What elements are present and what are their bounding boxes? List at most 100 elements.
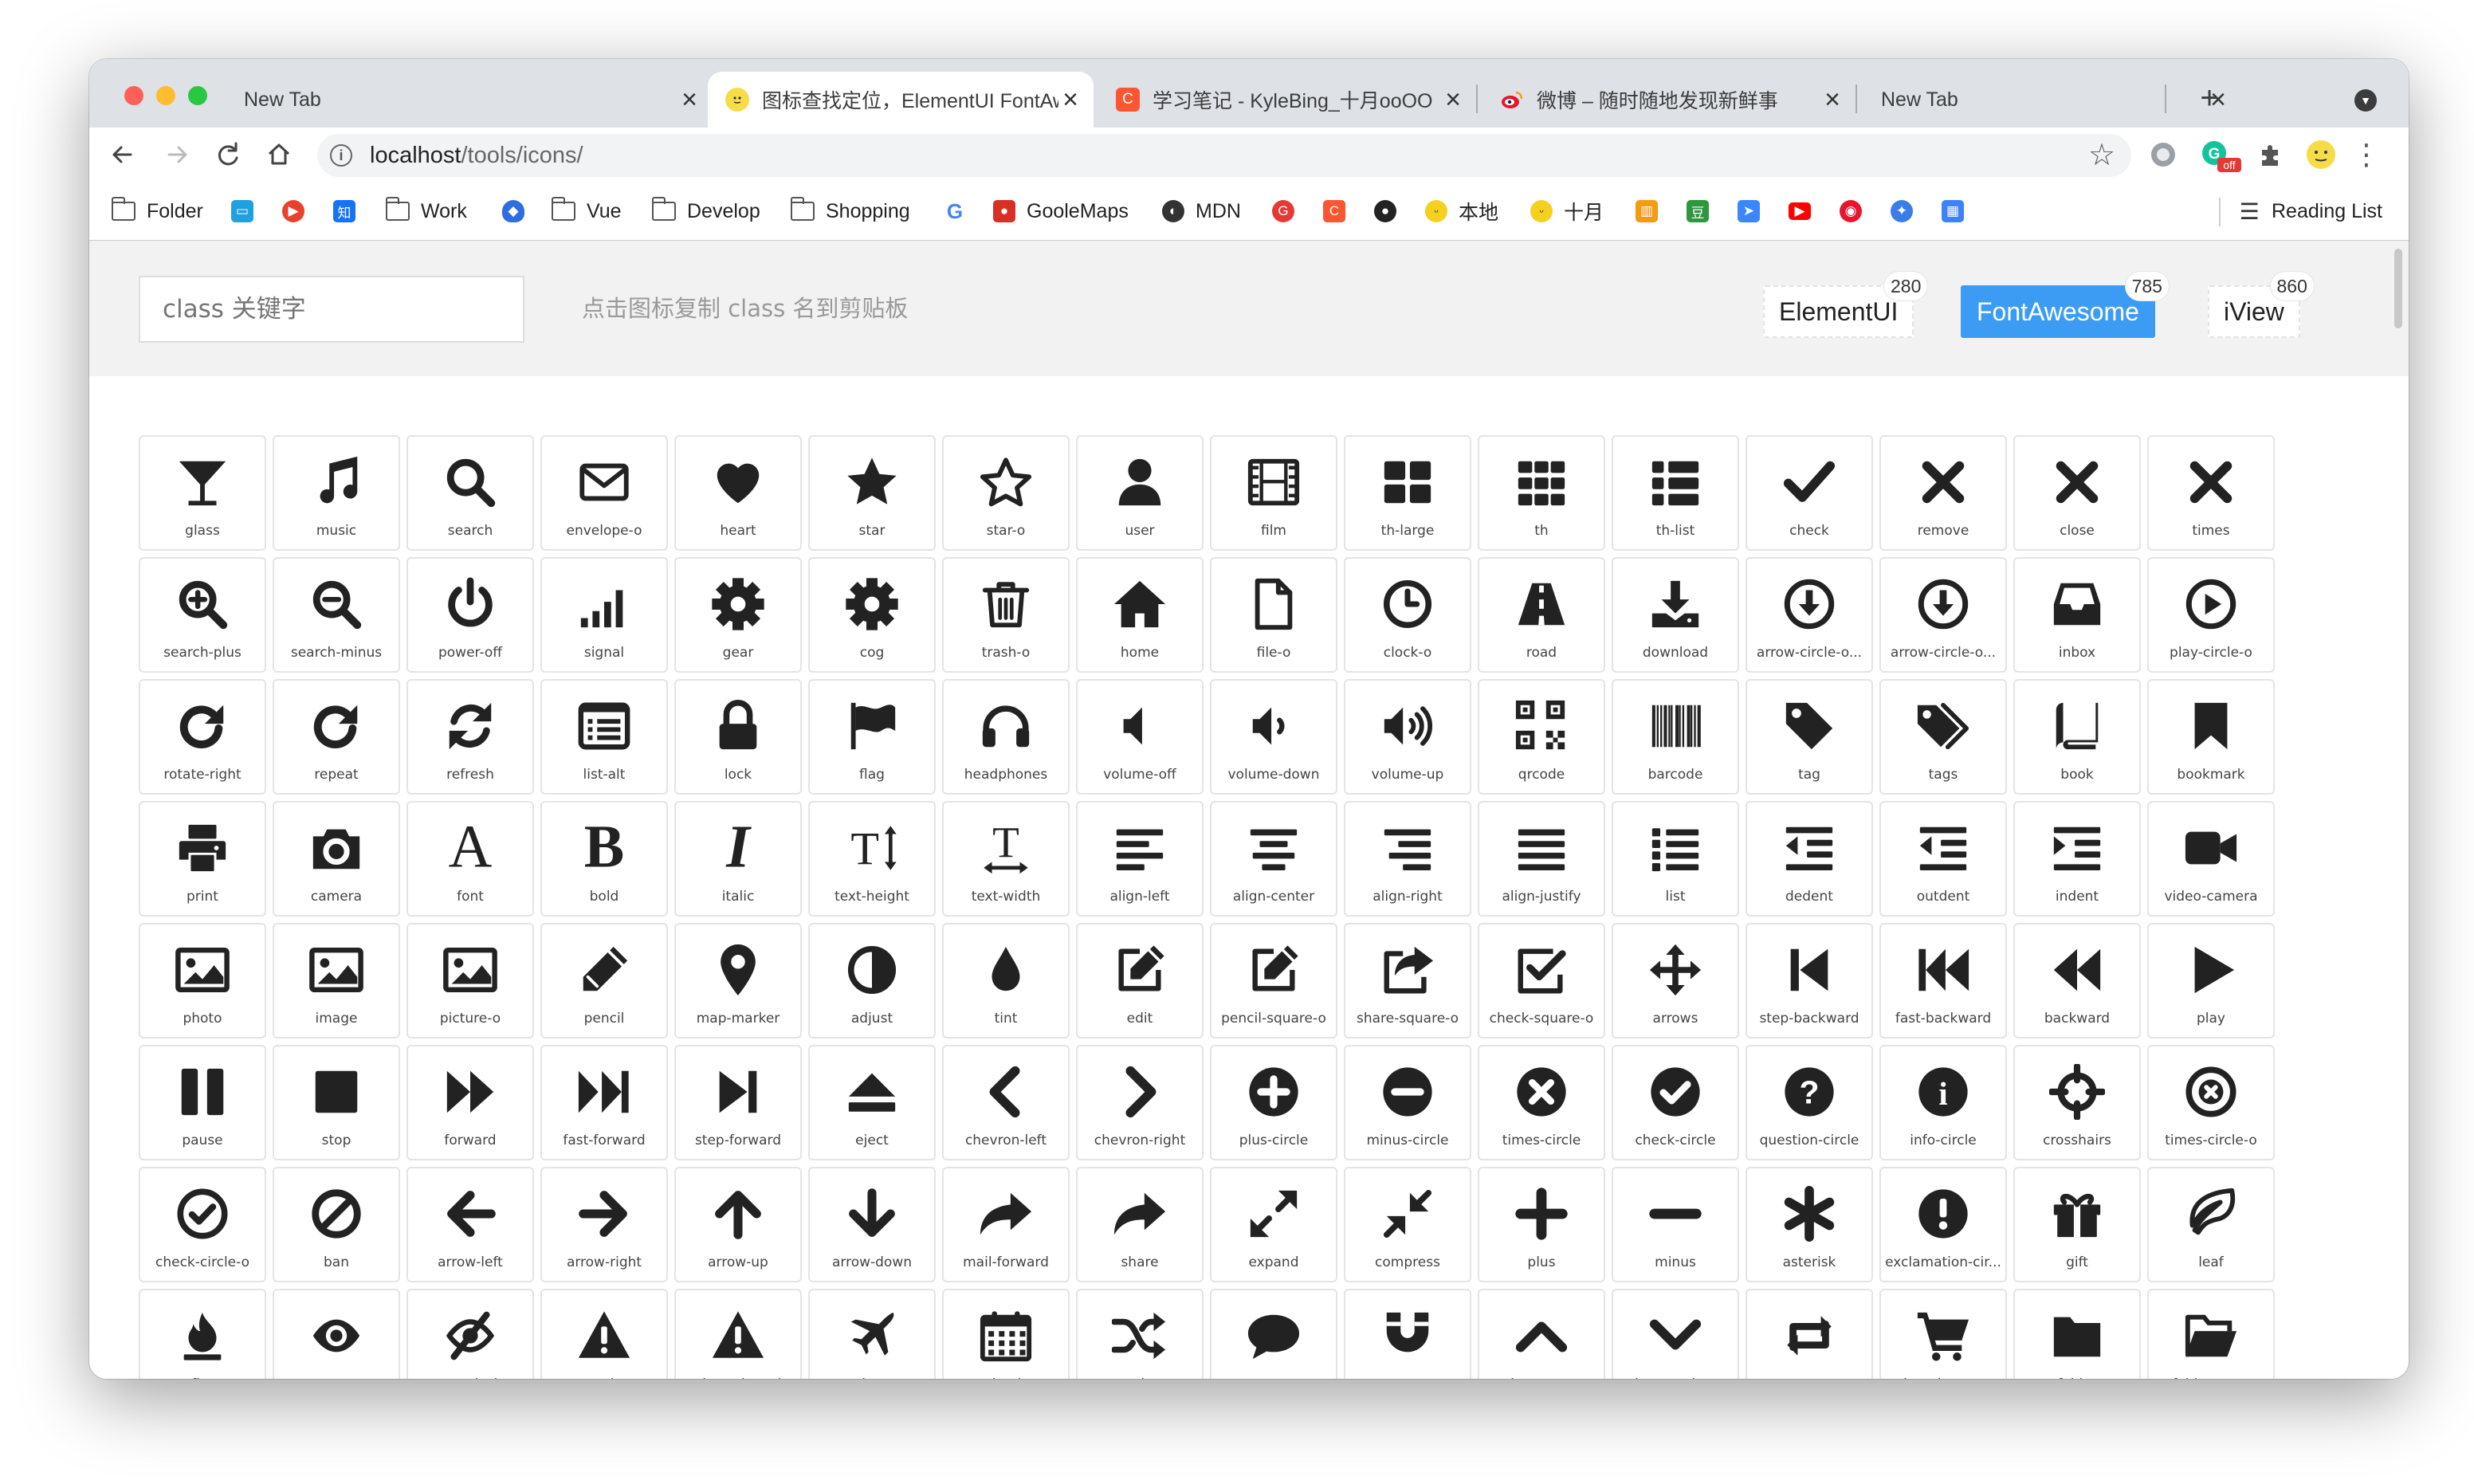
- library-fontawesome-button[interactable]: FontAwesome 785: [1961, 271, 2170, 338]
- icon-tile-plus-circle[interactable]: plus-circle: [1210, 1045, 1337, 1160]
- close-window-button[interactable]: [124, 86, 143, 105]
- bookmark-douban[interactable]: 豆: [1687, 182, 1709, 241]
- icon-tile-rotate-right[interactable]: rotate-right: [139, 679, 266, 795]
- icon-tile-search[interactable]: search: [406, 435, 534, 551]
- icon-tile-step-backward[interactable]: step-backward: [1746, 923, 1873, 1038]
- icon-tile-signal[interactable]: signal: [540, 557, 668, 673]
- icon-tile-volume-off[interactable]: volume-off: [1076, 679, 1204, 795]
- icon-tile-book[interactable]: book: [2013, 679, 2141, 795]
- icon-tile-exclamation-cir[interactable]: exclamation-cir...: [1879, 1167, 2007, 1282]
- icon-tile-fast-backward[interactable]: fast-backward: [1879, 923, 2007, 1038]
- icon-tile-headphones[interactable]: headphones: [942, 679, 1070, 795]
- more-menu-icon[interactable]: ⋮: [2352, 137, 2381, 172]
- icon-tile-search-minus[interactable]: search-minus: [273, 557, 400, 673]
- home-button[interactable]: [261, 137, 296, 172]
- icon-tile-photo[interactable]: photo: [139, 923, 266, 1038]
- bookmark-googlemaps[interactable]: ● GooleMaps: [993, 182, 1129, 241]
- icon-tile-arrow-circle-o[interactable]: arrow-circle-o...: [1879, 557, 2007, 673]
- icon-tile-align-left[interactable]: align-left: [1076, 801, 1204, 917]
- icon-tile-expand[interactable]: expand: [1210, 1167, 1337, 1282]
- extension-gray-icon[interactable]: [2146, 137, 2181, 172]
- tab-weibo[interactable]: 微博 – 随时随地发现新鲜事 ×: [1479, 72, 1856, 128]
- icon-tile-minus[interactable]: minus: [1612, 1167, 1739, 1282]
- icon-tile-eye-slash[interactable]: eye-slash: [406, 1289, 534, 1379]
- icon-tile-chevron-right[interactable]: chevron-right: [1076, 1045, 1204, 1160]
- icon-tile-mail-forward[interactable]: mail-forward: [942, 1167, 1070, 1282]
- icon-tile-star[interactable]: star: [808, 435, 936, 551]
- icon-tile-crosshairs[interactable]: crosshairs: [2013, 1045, 2141, 1160]
- icon-tile-text-height[interactable]: Ttext-height: [808, 801, 936, 917]
- icon-tile-refresh[interactable]: refresh: [406, 679, 534, 795]
- icon-tile-chevron-left[interactable]: chevron-left: [942, 1045, 1070, 1160]
- icon-tile-edit[interactable]: edit: [1076, 923, 1204, 1038]
- bookmark-zhihu[interactable]: 知: [333, 182, 355, 241]
- icon-tile-random[interactable]: random: [1076, 1289, 1204, 1379]
- icon-tile-font[interactable]: Afont: [406, 801, 534, 917]
- icon-tile-th-large[interactable]: th-large: [1344, 435, 1471, 551]
- bookmark-github[interactable]: ●: [1374, 182, 1396, 241]
- icon-tile-arrow-down[interactable]: arrow-down: [808, 1167, 936, 1282]
- icon-tile-list[interactable]: list: [1612, 801, 1739, 917]
- icon-tile-print[interactable]: print: [139, 801, 266, 917]
- icon-tile-italic[interactable]: Iitalic: [674, 801, 802, 917]
- icon-tile-arrow-circle-o[interactable]: arrow-circle-o...: [1746, 557, 1873, 673]
- icon-tile-volume-down[interactable]: volume-down: [1210, 679, 1337, 795]
- icon-tile-plus[interactable]: plus: [1478, 1167, 1605, 1282]
- icon-tile-question-circle[interactable]: ? question-circle: [1746, 1045, 1873, 1160]
- icon-tile-envelope-o[interactable]: envelope-o: [540, 435, 668, 551]
- icon-tile-plane[interactable]: plane: [808, 1289, 936, 1379]
- icon-tile-cog[interactable]: cog: [808, 557, 936, 673]
- icon-tile-play[interactable]: play: [2147, 923, 2275, 1038]
- search-input[interactable]: [139, 276, 524, 343]
- icon-tile-arrow-right[interactable]: arrow-right: [540, 1167, 668, 1282]
- icon-tile-arrows[interactable]: arrows: [1612, 923, 1739, 1038]
- icon-tile-barcode[interactable]: barcode: [1612, 679, 1739, 795]
- icon-tile-calendar[interactable]: calendar: [942, 1289, 1070, 1379]
- bookmark-send[interactable]: ➤: [1738, 182, 1760, 241]
- icon-tile-share[interactable]: share: [1076, 1167, 1204, 1282]
- icon-tile-check[interactable]: check: [1746, 435, 1873, 551]
- icon-tile-eye[interactable]: eye: [273, 1289, 400, 1379]
- icon-tile-align-center[interactable]: align-center: [1210, 801, 1337, 917]
- icon-tile-th[interactable]: th: [1478, 435, 1605, 551]
- reload-button[interactable]: [210, 137, 245, 172]
- icon-tile-chevron-up[interactable]: chevron-up: [1478, 1289, 1605, 1379]
- icon-tile-clock-o[interactable]: clock-o: [1344, 557, 1471, 673]
- icon-tile-lock[interactable]: lock: [674, 679, 802, 795]
- icon-tile-warning[interactable]: warning: [540, 1289, 668, 1379]
- close-tab-icon[interactable]: ×: [1820, 86, 1844, 113]
- library-elementui-button[interactable]: ElementUI 280: [1763, 271, 1929, 338]
- icon-tile-gift[interactable]: gift: [2013, 1167, 2141, 1282]
- icon-tile-step-forward[interactable]: step-forward: [674, 1045, 802, 1160]
- icon-tile-forward[interactable]: forward: [406, 1045, 534, 1160]
- icon-tile-user[interactable]: user: [1076, 435, 1204, 551]
- library-iview-button[interactable]: iView 860: [2208, 271, 2315, 338]
- icon-tile-magnet[interactable]: magnet: [1344, 1289, 1471, 1379]
- tab-csdn[interactable]: C 学习笔记 - KyleBing_十月ooOO ×: [1094, 72, 1476, 128]
- icon-tile-download[interactable]: download: [1612, 557, 1739, 673]
- icon-tile-ban[interactable]: ban: [273, 1167, 400, 1282]
- icon-tile-flag[interactable]: flag: [808, 679, 936, 795]
- icon-tile-fast-forward[interactable]: fast-forward: [540, 1045, 668, 1160]
- icon-tile-adjust[interactable]: adjust: [808, 923, 936, 1038]
- icon-tile-folder-open[interactable]: folder-open: [2147, 1289, 2275, 1379]
- icon-tile-outdent[interactable]: outdent: [1879, 801, 2007, 917]
- bookmark-g-red[interactable]: G: [1272, 182, 1294, 241]
- new-tab-button[interactable]: +: [2190, 80, 2229, 118]
- tab-search-icon[interactable]: ▼: [2354, 89, 2377, 112]
- icon-tile-qrcode[interactable]: qrcode: [1478, 679, 1605, 795]
- address-bar[interactable]: i localhost/tools/icons/ ☆: [317, 134, 2131, 177]
- icon-tile-image[interactable]: image: [273, 923, 400, 1038]
- icon-tile-share-square-o[interactable]: share-square-o: [1344, 923, 1471, 1038]
- bookmark-chart[interactable]: ▦: [1942, 182, 1964, 241]
- icon-tile-pencil[interactable]: pencil: [540, 923, 668, 1038]
- icon-tile-info-circle[interactable]: i info-circle: [1879, 1045, 2007, 1160]
- icon-tile-remove[interactable]: remove: [1879, 435, 2007, 551]
- icon-tile-bookmark[interactable]: bookmark: [2147, 679, 2275, 795]
- icon-tile-film[interactable]: film: [1210, 435, 1337, 551]
- icon-tile-gear[interactable]: gear: [674, 557, 802, 673]
- icon-tile-tags[interactable]: tags: [1879, 679, 2007, 795]
- icon-tile-inbox[interactable]: inbox: [2013, 557, 2141, 673]
- close-tab-icon[interactable]: ×: [677, 86, 701, 113]
- icon-tile-power-off[interactable]: power-off: [406, 557, 534, 673]
